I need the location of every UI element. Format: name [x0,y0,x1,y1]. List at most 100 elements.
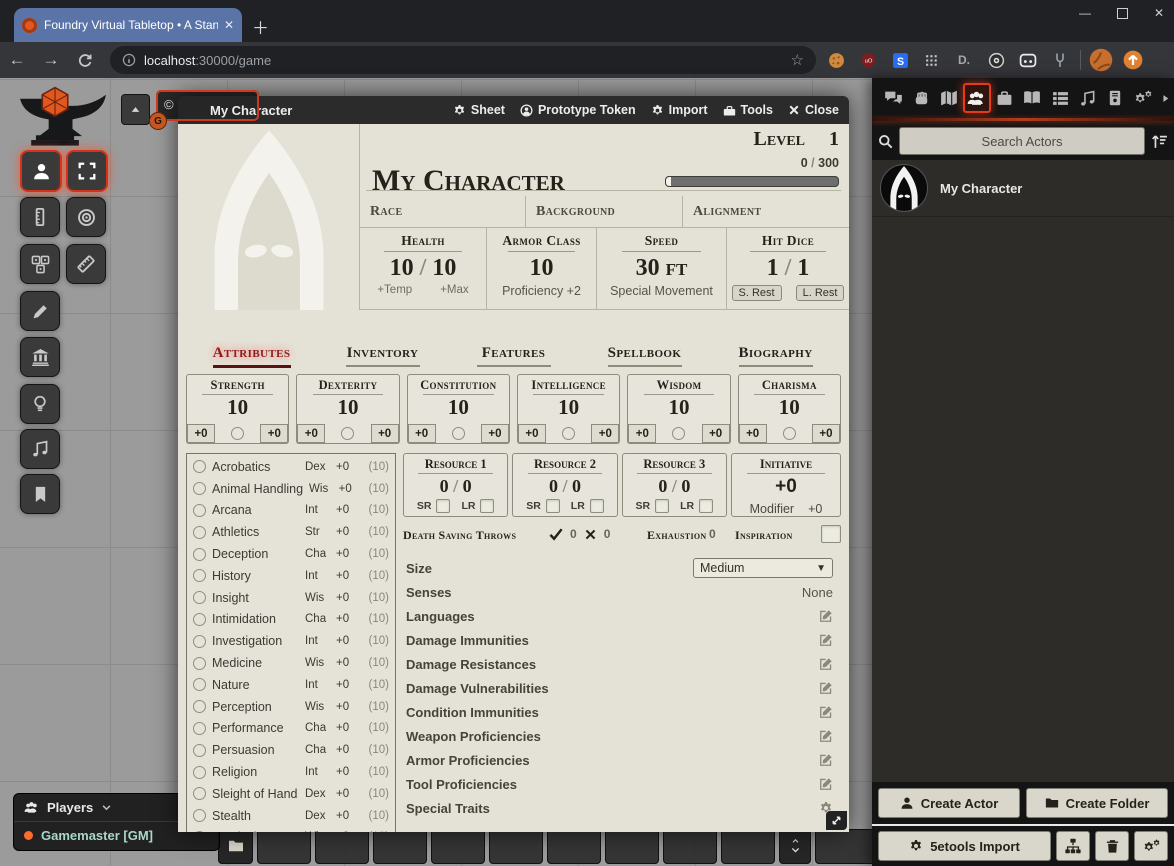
skill-name[interactable]: Nature [212,678,299,692]
level-value[interactable]: 1 [829,128,839,151]
tab-close-icon[interactable]: ✕ [224,18,234,32]
skill-proficiency-radio[interactable] [193,831,206,832]
foundry-anvil-logo[interactable] [6,86,112,148]
box-dots-extension-icon[interactable] [1016,48,1040,72]
skill-proficiency-radio[interactable] [193,460,206,473]
skill-proficiency-radio[interactable] [193,809,206,822]
initiative-value[interactable]: +0 [775,476,797,498]
close-window-icon[interactable]: ✕ [1154,6,1164,20]
tool-token-controls[interactable] [20,150,62,192]
edit-icon[interactable] [819,753,833,767]
skill-row[interactable]: Stealth Dex +0 (10) [193,805,389,827]
skill-name[interactable]: Survival [212,830,299,832]
background-field[interactable]: Background [526,196,683,227]
tool-walls[interactable] [20,337,60,377]
save-proficiency-radio[interactable] [672,427,685,440]
ability-score[interactable]: 10 [227,395,248,419]
resource-value[interactable]: 0 / 0 [549,476,581,496]
delete-button[interactable] [1095,831,1129,861]
tab-settings[interactable] [1129,83,1157,113]
skill-row[interactable]: Performance Cha +0 (10) [193,718,389,740]
tool-measure[interactable] [20,197,60,237]
tab-journal[interactable] [1019,83,1047,113]
ability-score[interactable]: 10 [448,395,469,419]
skill-proficiency-radio[interactable] [193,526,206,539]
new-tab-button[interactable]: ＋ [252,14,269,39]
inspiration-checkbox[interactable] [821,525,841,543]
ability-score[interactable]: 10 [779,395,800,419]
tool-target[interactable] [66,197,106,237]
skill-name[interactable]: Persuasion [212,743,299,757]
resource-label[interactable]: Resource 2 [534,457,596,472]
ability-block[interactable]: Wisdom 10 +0 +0 [627,374,730,444]
tab-playlists[interactable] [1074,83,1102,113]
ability-score[interactable]: 10 [668,395,689,419]
tab-actors[interactable] [963,83,991,113]
skill-name[interactable]: Perception [212,700,299,714]
forward-icon[interactable]: → [34,50,68,70]
skill-row[interactable]: Investigation Int +0 (10) [193,630,389,652]
skill-row[interactable]: Religion Int +0 (10) [193,761,389,783]
ability-score[interactable]: 10 [337,395,358,419]
ability-score[interactable]: 10 [558,395,579,419]
exhaustion-value[interactable]: 0 [709,527,716,541]
cookie-extension-icon[interactable] [824,48,848,72]
tab-items[interactable] [991,83,1019,113]
ability-block[interactable]: Dexterity 10 +0 +0 [296,374,399,444]
settings-button[interactable] [1134,831,1168,861]
maximize-icon[interactable] [1117,8,1128,19]
macro-slot[interactable] [489,829,543,864]
skill-proficiency-radio[interactable] [193,657,206,670]
skill-name[interactable]: History [212,569,299,583]
skill-row[interactable]: Survival Wis +0 (10) [193,827,389,832]
tab-biography[interactable]: Biography [710,345,841,368]
edit-icon[interactable] [819,681,833,695]
skill-name[interactable]: Deception [212,547,299,561]
ability-save[interactable]: +0 [260,424,288,443]
tab-inventory[interactable]: Inventory [317,345,448,368]
actor-name[interactable]: My Character [940,181,1022,196]
resource-value[interactable]: 0 / 0 [658,476,690,496]
resource-block[interactable]: Resource 1 0 / 0 SR LR [403,453,508,517]
initiative-block[interactable]: Initiative +0 Modifier+0 [731,453,841,517]
size-select[interactable]: Medium▼ [693,558,833,578]
skill-name[interactable]: Acrobatics [212,460,299,474]
skill-proficiency-radio[interactable] [193,569,206,582]
skill-row[interactable]: Intimidation Cha +0 (10) [193,609,389,631]
death-failure-count[interactable]: 0 [604,527,611,541]
death-success-count[interactable]: 0 [570,527,577,541]
macro-slot[interactable] [315,829,369,864]
sr-checkbox[interactable] [546,499,560,513]
edit-icon[interactable] [819,729,833,743]
5etools-import-button[interactable]: 5etools Import [878,831,1051,861]
search-input[interactable] [899,127,1145,155]
skill-name[interactable]: Medicine [212,656,299,670]
actor-list-item[interactable]: My Character [872,160,1174,217]
skill-proficiency-radio[interactable] [193,744,206,757]
save-proficiency-radio[interactable] [783,427,796,440]
skill-name[interactable]: Stealth [212,809,299,823]
grid-extension-icon[interactable] [920,48,944,72]
url-bar[interactable]: localhost:30000/game ☆ [110,46,816,74]
skill-proficiency-radio[interactable] [193,787,206,800]
tool-select[interactable] [66,150,108,192]
back-icon[interactable]: ← [0,50,34,70]
skill-name[interactable]: Religion [212,765,299,779]
s-extension-icon[interactable]: S [888,48,912,72]
skill-row[interactable]: Medicine Wis +0 (10) [193,652,389,674]
site-info-icon[interactable] [122,53,136,67]
skill-name[interactable]: Sleight of Hand [212,787,299,801]
armor-class-block[interactable]: Armor Class 10 Proficiency +2 [487,228,597,309]
skill-name[interactable]: Arcana [212,503,299,517]
lr-checkbox[interactable] [480,499,494,513]
hit-dice-value[interactable]: 1 / 1 [767,255,810,281]
ability-save[interactable]: +0 [812,424,840,443]
tab-tables[interactable] [1046,83,1074,113]
sort-icon[interactable] [1151,133,1168,150]
character-portrait[interactable] [178,124,360,310]
skill-name[interactable]: Animal Handling [212,482,303,496]
xp-value[interactable]: 0 / 300 [801,156,839,170]
macro-slot[interactable] [815,829,877,864]
macro-page-button[interactable] [779,829,811,864]
tool-ruler-diagonal[interactable] [66,244,106,284]
